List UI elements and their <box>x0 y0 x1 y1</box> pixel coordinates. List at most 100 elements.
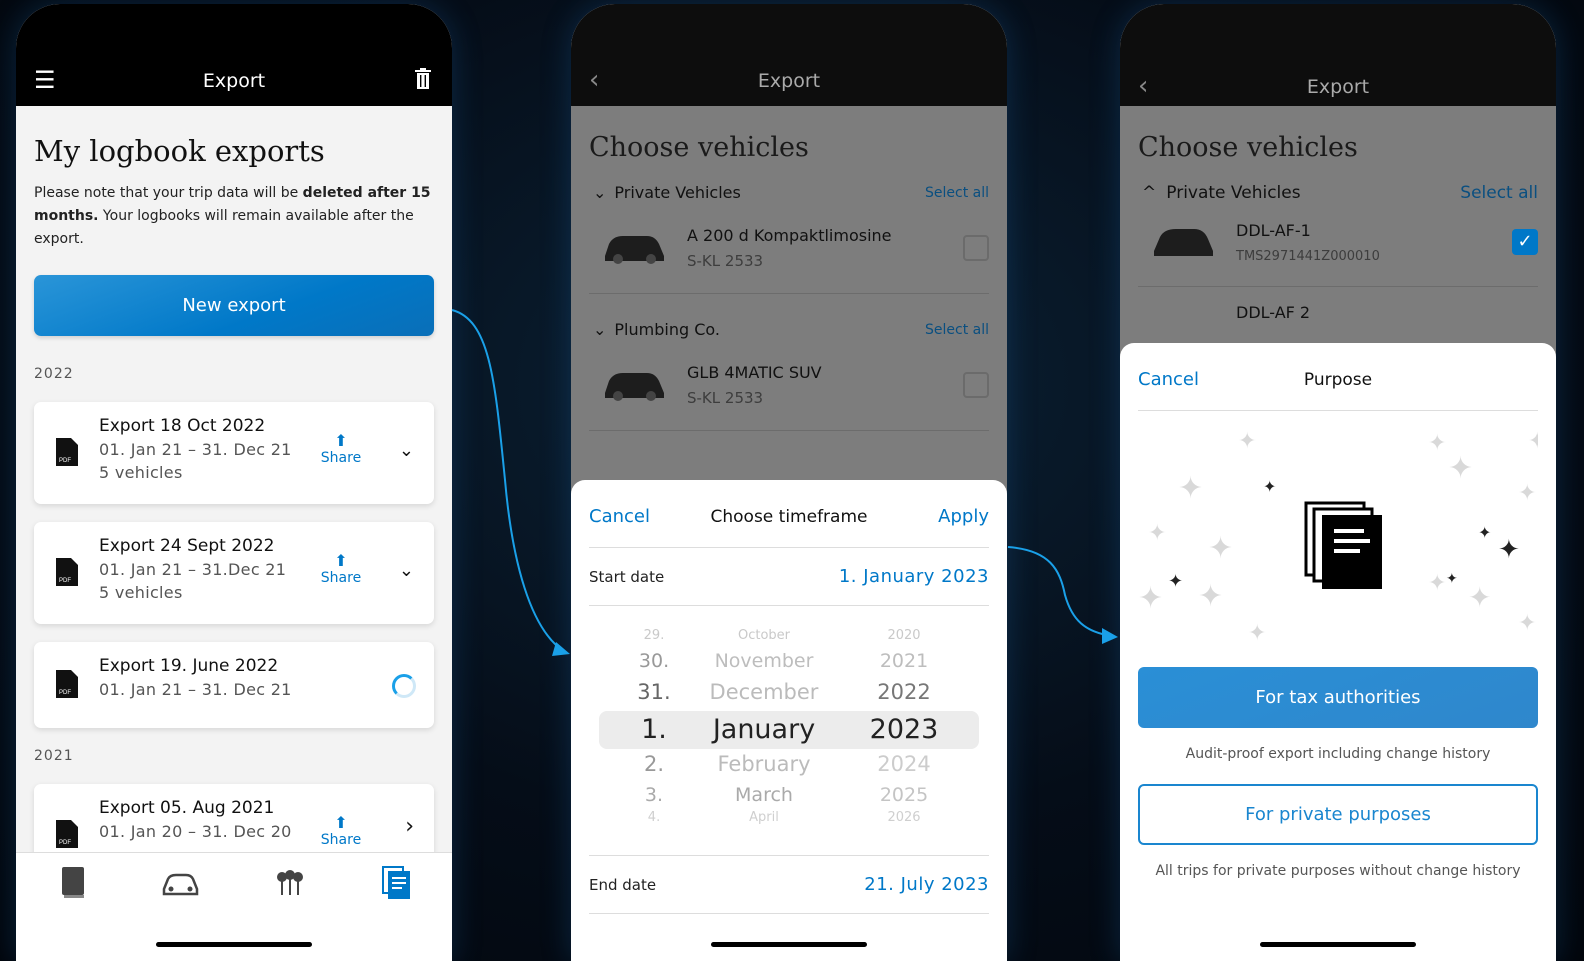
start-date-label: Start date <box>589 567 665 586</box>
tax-authorities-button[interactable]: For tax authorities <box>1138 667 1538 728</box>
car-image <box>605 236 664 264</box>
document-stack-icon <box>1304 501 1382 589</box>
pdf-file-icon: PDF <box>56 820 78 848</box>
home-indicator <box>1260 942 1416 947</box>
sheet-header: Cancel Choose timeframe Apply <box>589 480 989 548</box>
tab-places-icon[interactable] <box>270 865 310 901</box>
vehicle-row[interactable]: DDL-AF-1 TMS2971441Z000010 ✓ <box>1138 211 1538 287</box>
start-date-row[interactable]: Start date 1. January 2023 <box>589 548 989 606</box>
export-title: Export 05. Aug 2021 <box>99 798 275 818</box>
export-title: Export 19. June 2022 <box>99 656 279 676</box>
pdf-file-icon: PDF <box>56 558 78 586</box>
export-title: Export 24 Sept 2022 <box>99 536 275 556</box>
export-card[interactable]: PDF Export 18 Oct 2022 01. Jan 21 – 31. … <box>34 402 434 504</box>
page-title: My logbook exports <box>34 134 325 168</box>
tab-logbook-icon[interactable] <box>54 865 94 901</box>
star-icon: ✦ <box>1178 471 1204 506</box>
picker-row: 31. December 2022 <box>637 680 931 704</box>
select-all-link[interactable]: Select all <box>925 185 989 201</box>
vehicle-name: GLB 4MATIC SUV <box>687 363 822 382</box>
star-icon: ✦ <box>1263 477 1277 496</box>
vehicle-row[interactable]: A 200 d Kompaktlimosine S-KL 2533 <box>589 210 989 294</box>
chevron-down-icon: ⌄ <box>593 183 607 202</box>
sheet-header: Cancel Purpose <box>1138 343 1538 411</box>
svg-text:PDF: PDF <box>59 578 71 584</box>
tax-caption: Audit-proof export including change hist… <box>1185 746 1491 762</box>
export-range: 01. Jan 21 – 31. Dec 21 <box>99 680 292 699</box>
vehicle-name: DDL-AF 2 <box>1236 303 1311 322</box>
tab-vehicle-icon[interactable] <box>160 865 200 901</box>
vehicle-group-header[interactable]: ^ Private Vehicles Select all <box>1138 183 1538 203</box>
picker-row: 30. November 2021 <box>638 650 929 672</box>
upload-icon: ⬆ <box>334 551 348 570</box>
checkbox-checked-icon[interactable]: ✓ <box>1512 229 1538 255</box>
vehicle-group-header[interactable]: ⌄ Plumbing Co. Select all <box>589 320 989 339</box>
chevron-down-icon[interactable]: ⌄ <box>399 440 414 461</box>
export-card-processing[interactable]: PDF Export 19. June 2022 01. Jan 21 – 31… <box>34 642 434 728</box>
star-icon: ✦ <box>1148 521 1167 546</box>
purpose-illustration: ✦ ✦ ✦ ✦ ✦ ✦ ✦ ✦ ✦ ✦ ✦ ✦ ✦ ✦ ✦ ✦ ✦ ✦ ✦ <box>1138 411 1538 661</box>
vehicle-group-header[interactable]: ⌄ Private Vehicles Select all <box>589 183 989 202</box>
export-vehicles: 5 vehicles <box>99 583 183 602</box>
end-date-value: 21. July 2023 <box>864 874 989 895</box>
star-icon: ✦ <box>1468 581 1492 614</box>
export-range: 01. Jan 20 – 31. Dec 20 <box>99 822 292 841</box>
car-image <box>1154 229 1213 256</box>
vehicle-row[interactable]: DDL-AF 2 <box>1138 295 1538 335</box>
share-button[interactable]: ⬆ Share <box>319 551 363 587</box>
header-bar: ‹ Export <box>571 4 1007 106</box>
star-icon: ✦ <box>1248 621 1267 646</box>
share-button[interactable]: ⬆ Share <box>319 432 363 467</box>
svg-text:PDF: PDF <box>59 458 71 464</box>
start-date-value: 1. January 2023 <box>838 566 989 587</box>
sheet-title: Choose timeframe <box>710 507 868 527</box>
share-button[interactable]: ⬆ Share <box>319 813 363 849</box>
chevron-up-icon: ^ <box>1142 183 1157 203</box>
export-range: 01. Jan 21 – 31. Dec 21 <box>99 440 292 459</box>
vehicle-checkbox[interactable] <box>963 235 989 261</box>
vehicle-name: DDL-AF-1 <box>1236 221 1311 240</box>
phone-logbook-exports: ☰ Export My logbook exports Please note … <box>16 4 452 961</box>
select-all-link[interactable]: Select all <box>1460 183 1538 203</box>
svg-text:PDF: PDF <box>59 840 71 846</box>
private-purposes-button[interactable]: For private purposes <box>1138 784 1538 845</box>
end-date-row[interactable]: End date 21. July 2023 <box>589 856 989 914</box>
select-all-link[interactable]: Select all <box>925 322 989 338</box>
date-picker-wheel[interactable]: 29. October 2020 30. November 2021 31. Decemb… <box>589 606 989 856</box>
tab-export-icon[interactable] <box>377 865 417 901</box>
vehicle-row[interactable]: GLB 4MATIC SUV S-KL 2533 <box>589 347 989 431</box>
chevron-down-icon[interactable]: ⌄ <box>399 560 414 581</box>
retention-note: Please note that your trip data will be … <box>34 185 431 247</box>
star-icon: ✦ <box>1518 481 1537 506</box>
page-title: Choose vehicles <box>589 132 809 163</box>
purpose-sheet: Cancel Purpose ✦ ✦ ✦ ✦ ✦ ✦ ✦ ✦ ✦ ✦ ✦ ✦ ✦… <box>1120 343 1556 961</box>
export-card[interactable]: PDF Export 24 Sept 2022 01. Jan 21 – 31.… <box>34 522 434 624</box>
header-bar: ‹ Export <box>1120 4 1556 106</box>
end-date-label: End date <box>589 875 657 894</box>
star-icon: ✦ <box>1446 571 1458 587</box>
private-caption: All trips for private purposes without c… <box>1155 863 1521 879</box>
header-title: Export <box>1306 76 1370 98</box>
pdf-file-icon: PDF <box>56 438 78 466</box>
home-indicator <box>156 942 312 947</box>
trash-icon[interactable] <box>414 68 432 90</box>
star-icon: ✦ <box>1478 523 1492 542</box>
star-icon: ✦ <box>1428 431 1447 456</box>
star-icon: ✦ <box>1138 581 1164 616</box>
upload-icon: ⬆ <box>334 813 348 832</box>
dimmed-vehicle-list: Choose vehicles ⌄ Private Vehicles Select… <box>571 106 1007 506</box>
chevron-right-icon[interactable]: › <box>405 814 414 839</box>
year-heading-2022: 2022 <box>34 366 74 382</box>
star-icon: ✦ <box>1168 571 1184 592</box>
export-range: 01. Jan 21 – 31.Dec 21 <box>99 560 287 579</box>
export-vehicles: 5 vehicles <box>99 463 183 482</box>
phone-choose-timeframe: ‹ Export Choose vehicles ⌄ Private Vehicl… <box>571 4 1007 961</box>
picker-row-selected: 1. January 2023 <box>641 714 939 745</box>
star-icon: ✦ <box>1428 571 1447 596</box>
vehicle-checkbox[interactable] <box>963 372 989 398</box>
star-icon: ✦ <box>1198 579 1224 614</box>
vehicle-vin: TMS2971441Z000010 <box>1236 249 1380 264</box>
apply-button[interactable]: Apply <box>938 506 989 527</box>
new-export-button[interactable]: New export <box>34 275 434 336</box>
picker-row: 4. April 2026 <box>647 810 921 825</box>
